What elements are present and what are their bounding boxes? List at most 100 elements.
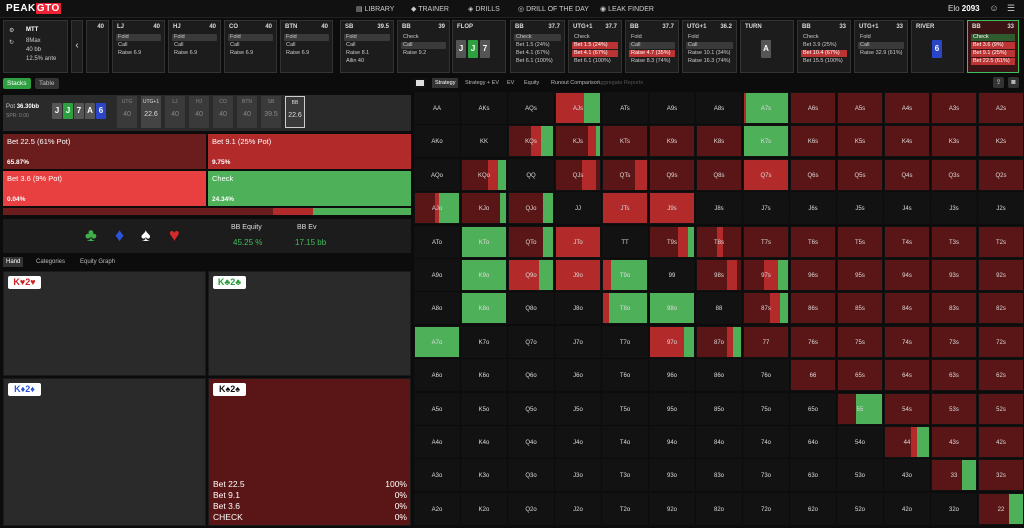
matrix-cell[interactable]: A3s [931, 92, 977, 124]
action-option[interactable]: Fold [858, 34, 904, 41]
matrix-cell[interactable]: 74s [884, 325, 930, 358]
matrix-cell[interactable]: 92s [978, 259, 1024, 291]
matrix-cell[interactable]: 85o [696, 392, 742, 425]
action-option[interactable]: Fold [116, 34, 161, 41]
matrix-cell[interactable]: 73o [743, 459, 789, 492]
matrix-cell[interactable]: 93o [649, 459, 695, 492]
matrix-cell[interactable]: Q2s [978, 158, 1024, 191]
tab-equity-graph[interactable]: Equity Graph [77, 257, 118, 267]
matrix-cell[interactable]: T4s [884, 225, 930, 258]
matrix-cell[interactable]: T6s [790, 225, 836, 258]
action-option[interactable]: Raise 6.9 [228, 50, 273, 57]
matrix-cell[interactable]: T6o [602, 359, 648, 392]
matrix-cell[interactable]: 84s [884, 292, 930, 325]
action-option[interactable]: Call [116, 42, 161, 49]
matrix-cell[interactable]: AQs [508, 92, 554, 124]
matrix-cell[interactable]: 72o [743, 492, 789, 525]
matrix-cell[interactable]: K5o [461, 392, 507, 425]
matrix-cell[interactable]: JJ [555, 192, 601, 225]
matrix-cell[interactable]: 85s [837, 292, 883, 325]
action-option[interactable]: Bet 4.1 (67%) [572, 50, 618, 57]
matrix-cell[interactable]: TT [602, 225, 648, 258]
matrix-cell[interactable]: A4s [884, 92, 930, 124]
action-option[interactable]: Bet 22.5 (61%) [971, 58, 1015, 65]
position-btn-4[interactable]: BTN 40 Fold Call Raise 6.9 [280, 20, 333, 73]
matrix-cell[interactable]: A7s [743, 92, 789, 124]
matrix-cell[interactable]: KK [461, 125, 507, 158]
action-option[interactable]: Bet 6.1 (100%) [514, 58, 561, 65]
position-utg+1-11[interactable]: UTG+1 36.2 Fold Call Raise 10.1 (34%) Raise 1… [682, 20, 737, 73]
hand-kc2c[interactable]: K♣2♣ [208, 271, 411, 376]
matrix-cell[interactable]: Q8o [508, 292, 554, 325]
strategy-tab-0[interactable]: Strategy [432, 78, 459, 88]
matrix-cell[interactable]: K7s [743, 125, 789, 158]
matrix-cell[interactable]: 82o [696, 492, 742, 525]
matrix-cell[interactable]: J3o [555, 459, 601, 492]
matrix-cell[interactable]: 32s [978, 459, 1024, 492]
matrix-cell[interactable]: K9o [461, 259, 507, 291]
action-option[interactable]: Bet 4.1 (67%) [514, 50, 561, 57]
action-option[interactable]: Check [971, 34, 1015, 41]
matrix-cell[interactable]: T8s [696, 225, 742, 258]
action-option[interactable]: Bet 3.6 (9%) [971, 42, 1015, 49]
matrix-cell[interactable]: T7o [602, 325, 648, 358]
matrix-cell[interactable]: K6o [461, 359, 507, 392]
action-option[interactable]: Call [686, 42, 733, 49]
action-option[interactable]: Fold [686, 34, 733, 41]
action-option[interactable]: Check [401, 34, 446, 41]
matrix-cell[interactable]: J7o [555, 325, 601, 358]
action-option[interactable]: Bet 3.9 (25%) [801, 42, 847, 49]
stack-cell[interactable]: UTG 40 [117, 96, 137, 128]
position-lj-1[interactable]: LJ 40 Fold Call Raise 6.9 [112, 20, 165, 73]
matrix-cell[interactable]: 54s [884, 392, 930, 425]
matrix-cell[interactable]: AKs [461, 92, 507, 124]
matrix-cell[interactable]: QTo [508, 225, 554, 258]
matrix-cell[interactable]: J4o [555, 426, 601, 458]
matrix-cell[interactable]: KTs [602, 125, 648, 158]
action-option[interactable]: Raise 6.9 [284, 50, 329, 57]
action-option[interactable]: Raise 4.7 (35%) [629, 50, 675, 57]
matrix-cell[interactable]: 66 [790, 359, 836, 392]
matrix-cell[interactable]: 32o [931, 492, 977, 525]
matrix-cell[interactable]: KJo [461, 192, 507, 225]
matrix-cell[interactable]: A6s [790, 92, 836, 124]
matrix-cell[interactable]: 62s [978, 359, 1024, 392]
stack-cell[interactable]: BB 22.6 [285, 96, 305, 128]
action-option[interactable]: Call [344, 42, 390, 49]
matrix-cell[interactable]: A7o [414, 325, 460, 358]
matrix-cell[interactable]: Q4s [884, 158, 930, 191]
matrix-cell[interactable]: 64s [884, 359, 930, 392]
matrix-cell[interactable]: T3s [931, 225, 977, 258]
matrix-cell[interactable]: 52s [978, 392, 1024, 425]
matrix-cell[interactable]: KJs [555, 125, 601, 158]
matrix-cell[interactable]: Q3o [508, 459, 554, 492]
matrix-cell[interactable]: 96o [649, 359, 695, 392]
stack-cell[interactable]: UTG+1 22.6 [141, 96, 161, 128]
matrix-cell[interactable]: 43s [931, 426, 977, 458]
strategy-tab-5[interactable]: Aggregate Reports [594, 78, 646, 88]
matrix-cell[interactable]: Q9o [508, 259, 554, 291]
matrix-cell[interactable]: A9s [649, 92, 695, 124]
matrix-cell[interactable]: Q6s [790, 158, 836, 191]
matrix-cell[interactable]: K2s [978, 125, 1024, 158]
tab-categories[interactable]: Categories [33, 257, 68, 267]
matrix-cell[interactable]: A2o [414, 492, 460, 525]
matrix-cell[interactable]: 64o [790, 426, 836, 458]
matrix-cell[interactable]: 74o [743, 426, 789, 458]
tab-table[interactable]: Table [35, 78, 59, 89]
matrix-cell[interactable]: J2o [555, 492, 601, 525]
nav-library[interactable]: ▤ LIBRARY [356, 5, 394, 13]
diamond-icon[interactable]: ♦ [115, 225, 124, 246]
strategy-tab-3[interactable]: Equity [521, 78, 542, 88]
matrix-cell[interactable]: 65o [790, 392, 836, 425]
spade-icon[interactable]: ♠ [141, 225, 151, 246]
matrix-cell[interactable]: 86s [790, 292, 836, 325]
matrix-cell[interactable]: A2s [978, 92, 1024, 124]
matrix-cell[interactable]: J3s [931, 192, 977, 225]
nav-trainer[interactable]: ◆ TRAINER [411, 5, 449, 13]
action-option[interactable]: Fold [228, 34, 273, 41]
matrix-cell[interactable]: 77 [743, 325, 789, 358]
matrix-cell[interactable]: KQs [508, 125, 554, 158]
action-option[interactable]: Check [801, 34, 847, 41]
matrix-cell[interactable]: Q8s [696, 158, 742, 191]
